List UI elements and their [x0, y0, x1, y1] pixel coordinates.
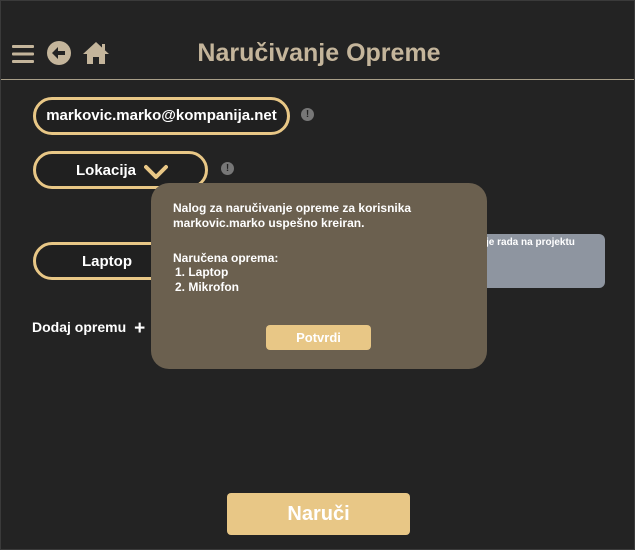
location-info-icon[interactable]: !	[221, 162, 234, 175]
success-dialog: Nalog za naručivanje opreme za korisnika…	[151, 183, 487, 369]
home-icon[interactable]	[82, 41, 110, 65]
location-dropdown-label: Lokacija	[76, 162, 137, 179]
menu-icon[interactable]	[12, 43, 34, 65]
dialog-message: Nalog za naručivanje opreme za korisnika…	[173, 201, 412, 230]
header-divider	[1, 79, 634, 80]
equipment-dropdown-label: Laptop	[82, 253, 132, 270]
add-equipment-label: Dodaj opremu	[32, 319, 127, 335]
order-button[interactable]: Naruči	[227, 493, 410, 535]
app-window: Naručivanje Opreme markovic.marko@kompan…	[0, 0, 635, 550]
list-item: 1. Laptop	[175, 265, 229, 279]
page-title: Naručivanje Opreme	[197, 39, 441, 67]
back-arrow-icon[interactable]	[47, 41, 71, 65]
info-tooltip: je rada na projektu	[471, 234, 605, 288]
add-equipment-button[interactable]: Dodaj opremu +	[32, 318, 145, 340]
dialog-ordered-title: Naručena oprema:	[173, 251, 279, 265]
plus-icon: +	[134, 318, 146, 339]
email-info-icon[interactable]: !	[301, 108, 314, 121]
email-field[interactable]: markovic.marko@kompanija.net	[33, 97, 290, 135]
list-item: 2. Mikrofon	[175, 280, 240, 294]
header: Naručivanje Opreme	[1, 1, 634, 79]
chevron-down-icon	[144, 164, 168, 180]
confirm-button[interactable]: Potvrdi	[266, 325, 371, 350]
ordered-equipment-list: 1. Laptop 2. Mikrofon	[175, 265, 239, 295]
